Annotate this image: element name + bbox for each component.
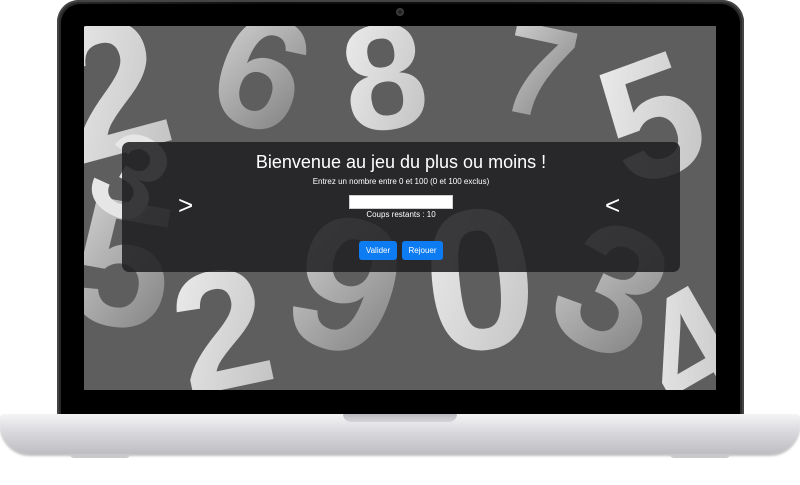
game-panel: Bienvenue au jeu du plus ou moins ! Entr… (122, 142, 680, 272)
replay-button[interactable]: Rejouer (402, 241, 443, 260)
laptop-foot-left (70, 454, 130, 458)
validate-button[interactable]: Valider (359, 241, 397, 260)
number-input[interactable] (349, 195, 453, 209)
attempts-remaining: Coups restants : 10 (366, 210, 436, 219)
laptop-foot-right (670, 454, 730, 458)
laptop-mockup: 2 6 8 7 5 5 2 9 0 3 4 3 Bienvenue au jeu… (0, 0, 800, 485)
game-instruction: Entrez un nombre entre 0 et 100 (0 et 10… (312, 177, 490, 186)
laptop-screen: 2 6 8 7 5 5 2 9 0 3 4 3 Bienvenue au jeu… (84, 26, 716, 390)
webcam-icon (396, 8, 404, 16)
laptop-hinge-notch (343, 414, 457, 422)
game-title: Bienvenue au jeu du plus ou moins ! (255, 152, 547, 172)
